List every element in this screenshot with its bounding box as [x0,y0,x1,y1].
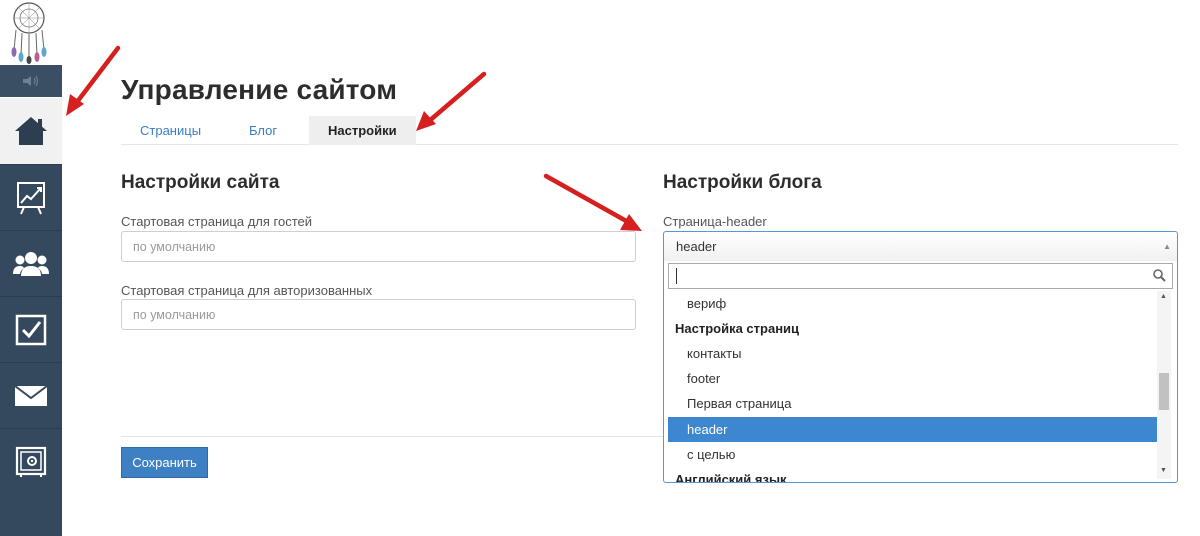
scroll-up-icon[interactable]: ▲ [1160,293,1167,300]
sidebar-item-users[interactable] [0,230,62,296]
mail-icon [14,384,48,406]
header-page-select[interactable]: header ▲ [663,231,1178,262]
tab-settings[interactable]: Настройки [309,116,416,145]
tab-blog[interactable]: Блог [230,116,296,145]
scrollbar-thumb[interactable] [1159,373,1169,410]
dropdown-scrollbar[interactable]: ▲ ▼ [1157,291,1171,479]
home-icon [15,117,47,145]
annotation-arrow [66,45,121,116]
header-page-label: Страница-header [663,214,767,229]
tab-bar: Страницы Блог Настройки [121,116,1178,145]
sidebar-item-mail[interactable] [0,362,62,428]
select-value: header [676,239,717,254]
list-item[interactable]: с целью [668,442,1158,467]
guest-start-input[interactable] [121,231,636,262]
sidebar-filler [0,494,62,536]
users-icon [13,251,49,276]
tab-pages[interactable]: Страницы [121,116,220,145]
checkbox-icon [15,314,47,345]
search-icon [1153,269,1166,282]
text-cursor [676,268,677,284]
volume-button[interactable] [0,65,62,97]
list-item[interactable]: вериф [668,291,1158,316]
list-item-selected[interactable]: header [668,417,1158,442]
option-group-label: Настройка страниц [675,321,800,336]
option-group-label: Английский язык [675,472,787,483]
save-button[interactable]: Сохранить [121,447,208,478]
header-page-dropdown: вериф Настройка страниц контакты footer … [663,261,1178,483]
page-title: Управление сайтом [121,74,398,105]
site-settings-title: Настройки сайта [121,172,280,193]
sidebar-item-settings[interactable] [0,428,62,494]
safe-icon [15,446,47,477]
volume-icon [23,75,39,87]
sidebar [0,0,62,536]
auth-start-input[interactable] [121,299,636,330]
list-item[interactable]: контакты [668,341,1158,366]
auth-start-label: Стартовая страница для авторизованных [121,283,373,298]
chart-icon [17,181,45,214]
form-divider [121,436,666,437]
annotation-arrow [543,173,642,231]
dropdown-search-input[interactable] [669,264,1149,288]
scroll-down-icon[interactable]: ▼ [1160,467,1167,474]
guest-start-label: Стартовая страница для гостей [121,214,313,229]
list-item[interactable]: footer [668,366,1158,391]
dropdown-options: вериф Настройка страниц контакты footer … [668,291,1158,483]
sidebar-item-tasks[interactable] [0,296,62,362]
list-item[interactable]: Первая страница [668,391,1158,416]
sidebar-item-home[interactable] [0,98,62,164]
dreamcatcher-logo [4,0,54,64]
blog-settings-title: Настройки блога [663,172,822,193]
caret-up-icon: ▲ [1163,242,1171,251]
dropdown-search-wrapper [668,263,1173,289]
sidebar-item-analytics[interactable] [0,164,62,230]
